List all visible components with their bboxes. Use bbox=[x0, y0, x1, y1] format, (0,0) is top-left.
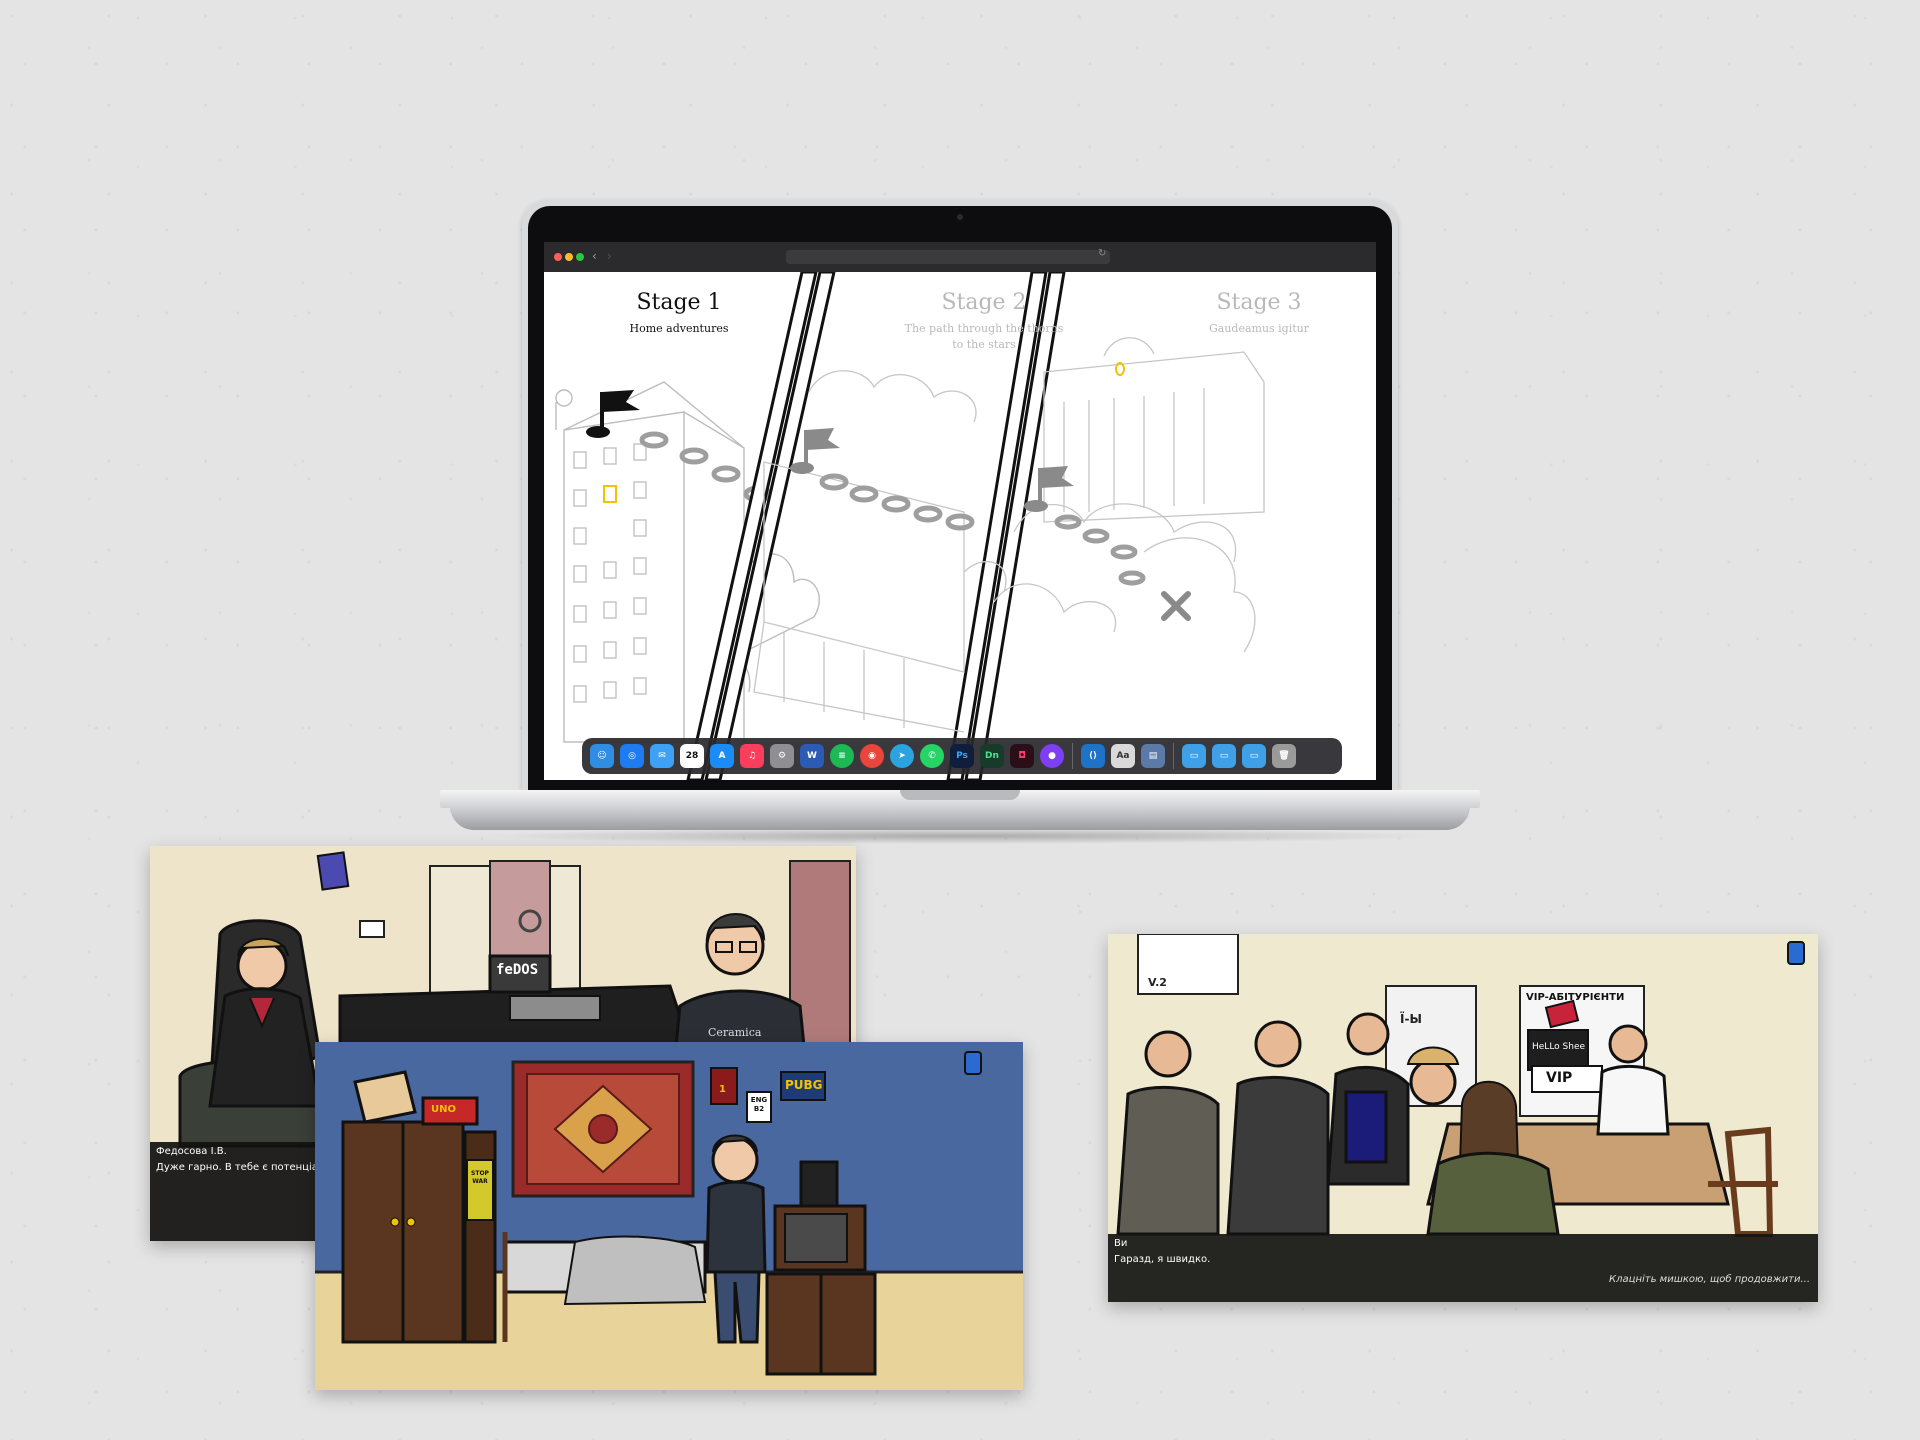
finder-icon[interactable]: ☺ bbox=[590, 744, 614, 768]
telegram-icon[interactable]: ➤ bbox=[890, 744, 914, 768]
dialog-box-admissions[interactable]: Ви Гаразд, я швидко. Клацніть мишкою, що… bbox=[1108, 1234, 1818, 1302]
font-book-icon[interactable]: Aa bbox=[1111, 744, 1135, 768]
laptop-bezel: ● ‹ › ↻ bbox=[528, 206, 1392, 790]
path-dots-stage1 bbox=[639, 431, 773, 503]
dimension-icon[interactable]: Dn bbox=[980, 744, 1004, 768]
computer-monitor bbox=[1344, 1090, 1388, 1164]
stage-3-title: Stage 3 bbox=[1216, 290, 1302, 315]
music-icon[interactable]: ♫ bbox=[740, 744, 764, 768]
cardboard-box bbox=[353, 1070, 417, 1124]
bedroom-illustration bbox=[315, 1042, 1023, 1390]
app-store-icon[interactable]: A bbox=[710, 744, 734, 768]
maximize-window-button[interactable] bbox=[576, 253, 584, 261]
stage-1-title: Stage 1 bbox=[636, 290, 722, 315]
phone-icon bbox=[1787, 941, 1805, 965]
wall-sign-text: V.2 bbox=[1148, 976, 1167, 989]
hello-badge-text: HeLLo Shee bbox=[1532, 1042, 1586, 1052]
stage-2-subtitle: The path through the thorns to the stars bbox=[904, 322, 1064, 351]
whatsapp-icon[interactable]: ✆ bbox=[920, 744, 944, 768]
diagram-app-icon[interactable]: ◘ bbox=[1010, 744, 1034, 768]
door-sign-text: Ї-Ы bbox=[1400, 1012, 1422, 1026]
wanted-poster-text: 1 bbox=[719, 1084, 726, 1095]
stage-map-page: Stage 1 Home adventures Stage 2 The path… bbox=[544, 272, 1376, 780]
webcam-icon bbox=[957, 214, 963, 220]
eng-poster-text: ENG B2 bbox=[750, 1096, 768, 1113]
stage-3-header[interactable]: Stage 3 Gaudeamus igitur bbox=[1174, 290, 1344, 337]
uno-label-text: UNO bbox=[431, 1104, 456, 1115]
forward-arrow-icon[interactable]: › bbox=[607, 249, 612, 263]
close-window-button[interactable] bbox=[554, 253, 562, 261]
stage1-windows bbox=[573, 443, 647, 703]
office-monitor-text: feDOS bbox=[496, 962, 539, 978]
arc-icon[interactable]: ● bbox=[1040, 744, 1064, 768]
pubg-poster-text: PUBG bbox=[785, 1078, 823, 1092]
dock-separator bbox=[1072, 743, 1073, 769]
trash-icon[interactable]: 🗑 bbox=[1272, 744, 1296, 768]
game-screenshot-bedroom[interactable]: UNO PUBG ENG B2 1 STOP WAR bbox=[315, 1042, 1023, 1390]
laptop-mockup: ● ‹ › ↻ bbox=[440, 200, 1480, 860]
dock-separator-2 bbox=[1173, 743, 1174, 769]
folder-icon[interactable]: ▭ bbox=[1182, 744, 1206, 768]
game-console bbox=[799, 1160, 839, 1208]
dialog-text: Гаразд, я швидко. bbox=[1114, 1254, 1211, 1265]
laptop-lid: ● ‹ › ↻ bbox=[522, 200, 1398, 790]
phone-icon bbox=[964, 1051, 982, 1075]
vip-banner-text: VIP-АБІТУРІЄНТИ bbox=[1526, 992, 1625, 1003]
minimize-window-button[interactable] bbox=[565, 253, 573, 261]
vscode-icon[interactable]: ⟨⟩ bbox=[1081, 744, 1105, 768]
back-arrow-icon[interactable]: ‹ bbox=[592, 249, 597, 263]
laptop-screen: ● ‹ › ↻ bbox=[544, 242, 1376, 780]
stage-2-title: Stage 2 bbox=[941, 290, 1027, 315]
laptop-base bbox=[450, 806, 1470, 830]
path-dots-stage2 bbox=[819, 473, 975, 531]
calendar-icon[interactable]: 28 bbox=[680, 744, 704, 768]
safari-icon[interactable]: ◎ bbox=[620, 744, 644, 768]
word-icon[interactable]: W bbox=[800, 744, 824, 768]
vip-sign-text: VIP bbox=[1546, 1070, 1573, 1086]
game-screenshot-admissions[interactable]: V.2 Ї-Ы VIP-АБІТУРІЄНТИ HeLLo Shee VIP В… bbox=[1108, 934, 1818, 1302]
browser-toolbar: ‹ › ↻ bbox=[544, 242, 1376, 272]
wardrobe-sticker bbox=[466, 1159, 494, 1221]
spotify-icon[interactable]: ≡ bbox=[830, 744, 854, 768]
photoshop-icon[interactable]: Ps bbox=[950, 744, 974, 768]
wardrobe-sticker-text: STOP WAR bbox=[471, 1170, 489, 1185]
chrome-icon[interactable]: ◉ bbox=[860, 744, 884, 768]
stage-1-subtitle: Home adventures bbox=[629, 322, 729, 335]
mac-dock: ☺ ◎ ✉ 28 A ♫ ⚙ W ≡ ◉ ➤ ✆ Ps Dn ◘ ● ⟨⟩ Aa… bbox=[582, 738, 1342, 774]
dialog-speaker-name: Ви bbox=[1114, 1238, 1128, 1249]
lit-window bbox=[603, 485, 617, 503]
stage-3-subtitle: Gaudeamus igitur bbox=[1208, 322, 1310, 335]
destination-x-icon bbox=[1161, 591, 1191, 621]
path-dots-stage3 bbox=[1054, 514, 1146, 586]
preview-icon[interactable]: ▤ bbox=[1141, 744, 1165, 768]
laptop-opening-notch bbox=[900, 790, 1020, 800]
mail-icon[interactable]: ✉ bbox=[650, 744, 674, 768]
address-bar[interactable] bbox=[786, 250, 1110, 264]
reload-icon[interactable]: ↻ bbox=[1098, 248, 1106, 259]
settings-icon[interactable]: ⚙ bbox=[770, 744, 794, 768]
dialog-speaker-name: Федосова І.В. bbox=[156, 1146, 227, 1157]
downloads-folder-icon[interactable]: ▭ bbox=[1242, 744, 1266, 768]
applications-folder-icon[interactable]: ▭ bbox=[1212, 744, 1236, 768]
continue-hint: Клацніть мишкою, щоб продовжити... bbox=[1609, 1274, 1810, 1285]
laptop-shadow bbox=[480, 828, 1440, 844]
stage-2-header[interactable]: Stage 2 The path through the thorns to t… bbox=[899, 290, 1069, 353]
stage-1-header[interactable]: Stage 1 Home adventures bbox=[594, 290, 764, 337]
shirt-print-text: Ceramica bbox=[708, 1026, 762, 1039]
stage-divider-1 bbox=[686, 272, 818, 780]
